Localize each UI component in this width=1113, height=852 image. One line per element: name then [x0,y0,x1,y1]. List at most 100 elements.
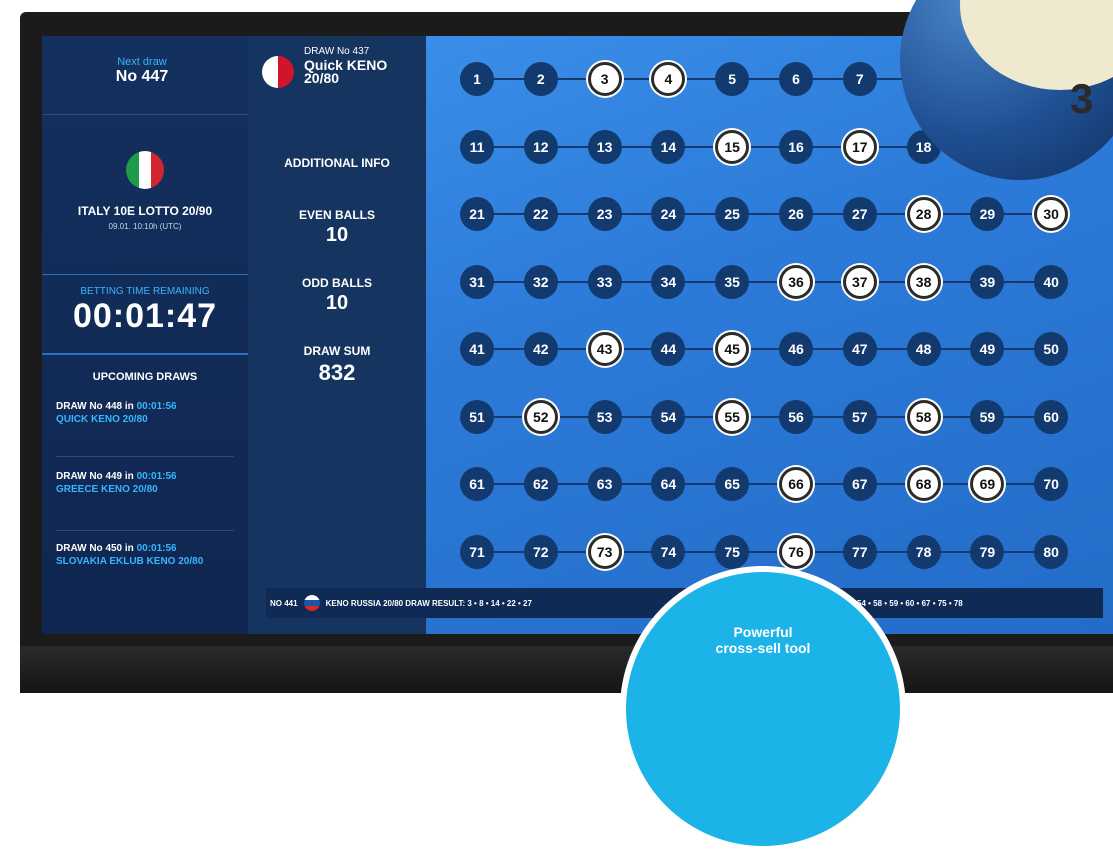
keno-ball-70: 70 [1034,467,1069,501]
ticker-tail: • 54 • 58 • 59 • 60 • 67 • 75 • 78 [851,598,963,608]
next-draw-label: Next draw [117,56,167,68]
keno-ball-72: 72 [523,534,558,569]
keno-ball-78: 78 [906,534,941,569]
divider [56,530,234,531]
keno-ball-17: 17 [842,129,877,164]
current-draw-number: DRAW No 437 [304,46,370,57]
upcoming-draw-time: 00:01:56 [136,401,177,412]
betting-timer: 00:01:47 [72,297,218,335]
additional-info-title: ADDITIONAL INFO [284,156,390,170]
promo-badge: Powerful cross-sell tool [620,566,906,852]
keno-ball-50: 50 [1034,332,1069,366]
keno-ball-42: 42 [523,332,558,366]
divider [42,353,248,355]
russia-flag-icon [303,595,320,611]
keno-ball-74: 74 [651,534,686,569]
keno-ball-15: 15 [715,129,750,164]
keno-ball-4: 4 [651,62,686,96]
keno-ball-67: 67 [842,467,877,501]
keno-ball-7: 7 [842,62,877,96]
keno-ball-6: 6 [779,62,813,96]
upcoming-draw-game: QUICK KENO 20/80 [56,414,148,425]
upcoming-draw-game: SLOVAKIA EKLUB KENO 20/80 [56,556,204,567]
keno-ball-22: 22 [523,197,558,231]
keno-ball-13: 13 [587,129,622,164]
italy-flag-icon [126,151,164,189]
keno-ball-25: 25 [715,197,750,231]
divider [42,114,248,115]
upcoming-draw-time: 00:01:56 [136,471,177,482]
keno-ball-49: 49 [970,332,1005,366]
ball-number: 3 [1070,75,1094,122]
keno-ball-71: 71 [460,534,494,569]
keno-ball-45: 45 [715,332,750,366]
keno-ball-38: 38 [906,264,941,299]
promo-line-2: cross-sell tool [715,640,811,656]
divider [42,274,248,275]
keno-ball-32: 32 [523,264,558,299]
keno-ball-1: 1 [460,62,494,96]
country-block: ITALY 10E LOTTO 20/90 09.01. 10:10h (UTC… [42,204,248,231]
keno-ball-30: 30 [1034,197,1069,231]
keno-ball-28: 28 [906,197,941,231]
keno-ball-12: 12 [523,129,558,164]
keno-ball-59: 59 [970,399,1005,434]
draw-sum-label: DRAW SUM [303,344,371,358]
grid-row-connector [477,280,1052,283]
keno-ball-68: 68 [906,467,941,501]
keno-ball-24: 24 [651,197,686,231]
upcoming-draw-item: DRAW No 450 in 00:01:56 SLOVAKIA EKLUB K… [56,542,236,568]
upcoming-draw-number: DRAW No 448 in [56,401,137,412]
keno-ball-53: 53 [587,399,622,434]
even-balls-label: EVEN BALLS [298,208,375,222]
ticker-prefix: NO 441 [270,598,298,608]
betting-label: BETTING TIME REMAINING [80,286,210,297]
draw-datetime: 09.01. 10:10h (UTC) [108,222,182,231]
keno-ball-39: 39 [970,264,1005,299]
upcoming-draw-time: 00:01:56 [136,543,177,554]
keno-ball-3: 3 [587,62,622,96]
grid-row-connector [477,415,1052,418]
grid-row-connector [477,213,1052,215]
keno-ball-21: 21 [460,197,494,231]
country-name: ITALY 10E LOTTO 20/90 [77,204,213,218]
keno-ball-11: 11 [460,129,494,164]
keno-ball-58: 58 [906,399,941,434]
keno-ball-40: 40 [1034,264,1069,299]
keno-ball-52: 52 [523,399,558,434]
keno-ball-65: 65 [715,467,750,501]
keno-ball-2: 2 [523,62,558,96]
grid-row-connector [477,348,1052,350]
grid-row-connector [477,550,1052,553]
keno-ball-63: 63 [587,467,622,501]
keno-ball-29: 29 [970,197,1005,231]
keno-ball-51: 51 [460,399,494,434]
upcoming-draws-title: UPCOMING DRAWS [92,371,198,383]
keno-ball-61: 61 [460,467,494,501]
upcoming-draw-number: DRAW No 450 in [56,543,137,554]
upcoming-draw-game: GREECE KENO 20/80 [56,484,158,495]
keno-ball-48: 48 [906,332,941,366]
divider [56,456,234,457]
keno-ball-57: 57 [842,399,877,434]
keno-ball-16: 16 [779,129,813,164]
keno-ball-62: 62 [523,467,558,501]
keno-ball-5: 5 [715,62,750,96]
promo-line-1: Powerful [733,624,793,640]
keno-ball-76: 76 [779,534,813,569]
keno-ball-64: 64 [651,467,686,501]
keno-ball-37: 37 [842,264,877,299]
upcoming-draw-number: DRAW No 449 in [56,471,137,482]
keno-ball-54: 54 [651,399,686,434]
upcoming-draw-item: DRAW No 449 in 00:01:56 GREECE KENO 20/8… [56,470,236,496]
keno-ball-55: 55 [715,399,750,434]
current-game-name: Quick KENO 20/80 [304,57,388,86]
keno-ball-77: 77 [842,534,877,569]
keno-ball-75: 75 [715,534,750,569]
keno-ball-43: 43 [587,332,622,366]
keno-ball-69: 69 [970,467,1005,501]
malta-flag-icon [262,56,294,88]
keno-ball-44: 44 [651,332,686,366]
betting-time-block: BETTING TIME REMAINING 00:01:47 [42,286,248,336]
keno-ball-27: 27 [842,197,877,231]
